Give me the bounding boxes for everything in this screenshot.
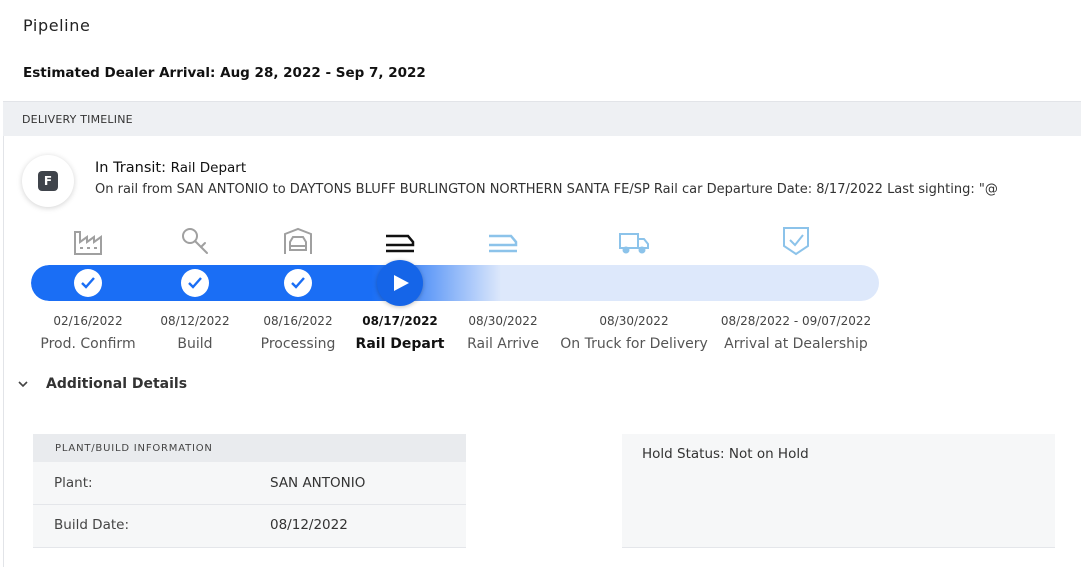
hold-status-text: Hold Status: Not on Hold bbox=[642, 446, 809, 462]
check-icon bbox=[81, 277, 95, 289]
step-date-current: 08/17/2022 bbox=[362, 314, 438, 328]
status-description: On rail from SAN ANTONIO to DAYTONS BLUF… bbox=[95, 182, 998, 197]
row-divider bbox=[33, 504, 466, 505]
play-icon bbox=[394, 275, 409, 291]
step-date: 02/16/2022 bbox=[53, 314, 123, 328]
estimated-arrival: Estimated Dealer Arrival: Aug 28, 2022 -… bbox=[23, 65, 426, 81]
step-label: Build bbox=[177, 336, 213, 352]
page-title: Pipeline bbox=[23, 16, 91, 35]
chevron-down-icon[interactable] bbox=[18, 380, 28, 388]
progress-track bbox=[31, 265, 879, 301]
delivery-timeline-title: DELIVERY TIMELINE bbox=[22, 113, 133, 126]
step-complete-check bbox=[181, 269, 209, 297]
step-label: Arrival at Dealership bbox=[724, 336, 868, 352]
step-label: Prod. Confirm bbox=[40, 336, 136, 352]
additional-details-toggle[interactable]: Additional Details bbox=[46, 376, 187, 392]
build-date-value: 08/12/2022 bbox=[270, 517, 348, 533]
status-heading: In Transit: Rail Depart bbox=[95, 160, 246, 176]
status-badge: F bbox=[22, 155, 74, 207]
wrench-icon bbox=[182, 228, 208, 254]
step-label-current: Rail Depart bbox=[355, 336, 445, 352]
step-label: Rail Arrive bbox=[467, 336, 539, 352]
check-icon bbox=[291, 277, 305, 289]
step-date: 08/30/2022 bbox=[468, 314, 538, 328]
plant-label: Plant: bbox=[54, 475, 93, 491]
car-wash-icon bbox=[284, 227, 312, 254]
rail-depart-icon bbox=[386, 234, 415, 253]
step-date: 08/28/2022 - 09/07/2022 bbox=[720, 314, 872, 328]
status-stage: Rail Depart bbox=[170, 160, 247, 176]
step-date: 08/30/2022 bbox=[599, 314, 669, 328]
plant-build-card-title: PLANT/BUILD INFORMATION bbox=[55, 443, 213, 454]
step-label: Processing bbox=[260, 336, 336, 352]
build-date-label: Build Date: bbox=[54, 517, 129, 533]
row-divider bbox=[622, 547, 1055, 548]
rail-arrive-icon bbox=[489, 234, 518, 253]
current-step-indicator bbox=[377, 260, 423, 306]
status-prefix: In Transit: bbox=[95, 160, 166, 176]
row-divider bbox=[33, 547, 466, 548]
step-complete-check bbox=[284, 269, 312, 297]
plant-value: SAN ANTONIO bbox=[270, 475, 366, 491]
step-date: 08/16/2022 bbox=[263, 314, 333, 328]
step-complete-check bbox=[74, 269, 102, 297]
truck-icon bbox=[619, 233, 649, 254]
factory-icon bbox=[74, 231, 102, 255]
check-icon bbox=[188, 277, 202, 289]
step-date: 08/12/2022 bbox=[160, 314, 230, 328]
shield-check-icon bbox=[783, 227, 809, 256]
badge-letter: F bbox=[38, 171, 58, 191]
delivery-timeline-header: DELIVERY TIMELINE bbox=[3, 101, 1081, 136]
step-label: On Truck for Delivery bbox=[560, 336, 708, 352]
